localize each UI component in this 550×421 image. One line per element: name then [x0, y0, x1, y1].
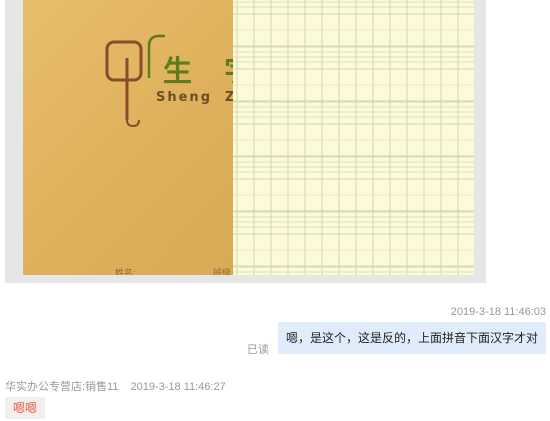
notebook-grid-page	[233, 0, 474, 275]
image-message[interactable]: 生 字 Sheng Zi 姓名: 班级	[5, 0, 486, 283]
cover-class-label: 班级	[213, 268, 232, 275]
incoming-message-bubble[interactable]: 嗯嗯	[5, 397, 46, 419]
outgoing-message-bubble[interactable]: 嗯，是这个，这是反的，上面拼音下面汉字才对	[277, 322, 546, 354]
cover-pinyin: Sheng Zi	[156, 90, 233, 105]
read-status: 已读	[247, 344, 269, 356]
incoming-sender-line: 华实办公专营店:销售11 2019-3-18 11:46:27	[5, 378, 226, 394]
notebook-logo	[105, 34, 165, 128]
sender-name[interactable]: 华实办公专营店:销售11	[5, 381, 118, 393]
incoming-timestamp: 2019-3-18 11:46:27	[130, 381, 226, 393]
notebook-cover: 生 字 Sheng Zi 姓名: 班级	[23, 0, 233, 275]
cover-title: 生 字	[163, 54, 233, 88]
notebook-photo[interactable]: 生 字 Sheng Zi 姓名: 班级	[23, 0, 474, 275]
pinyin-grid	[233, 0, 474, 275]
cover-name-label: 姓名:	[115, 268, 136, 275]
outgoing-timestamp: 2019-3-18 11:46:03	[450, 306, 546, 318]
